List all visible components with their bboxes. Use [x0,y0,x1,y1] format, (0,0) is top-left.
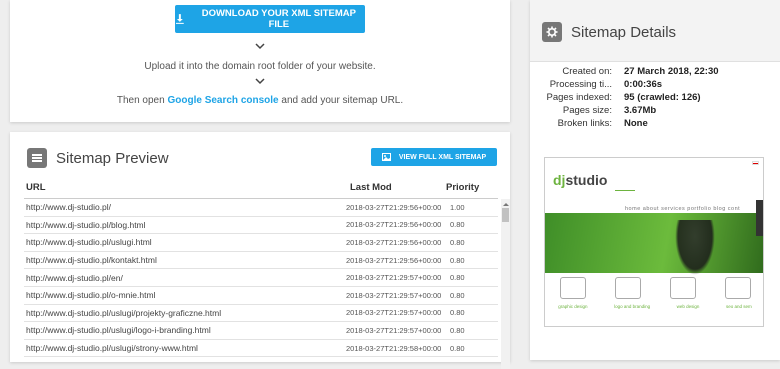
column-url[interactable]: URL [24,182,346,193]
details-value: 3.67Mb [624,105,657,116]
row-priority: 0.80 [450,343,465,353]
details-row: Processing ti... 0:00:36s [530,79,780,90]
thumbnail-nav: home about services portfolio blog cont [625,206,741,212]
preview-title: Sitemap Preview [56,149,169,167]
table-row: http://www.dj-studio.pl/o-mnie.html 2018-… [24,287,498,305]
table-row: http://www.dj-studio.pl/uslugi/logo-i-br… [24,322,498,340]
details-label: Broken links: [557,118,612,129]
download-sitemap-button[interactable]: DOWNLOAD YOUR XML SITEMAP FILE [175,5,365,33]
row-lastmod: 2018-03-27T21:29:56+00:00 [346,202,442,212]
row-priority: 0.80 [450,308,465,318]
row-url: http://www.dj-studio.pl/uslugi/strony-ww… [26,343,198,354]
thumbnail-logo: djstudio [553,172,608,188]
details-title-group: Sitemap Details [542,22,676,42]
thumbnail-service-icon [724,277,751,299]
table-header: URL Last Mod Priority [24,177,498,199]
table-row: http://www.dj-studio.pl/blog.html 2018-03… [24,217,498,235]
download-button-label: DOWNLOAD YOUR XML SITEMAP FILE [201,8,356,30]
row-priority: 0.80 [450,273,465,283]
chevron-down-icon [255,42,265,50]
row-priority: 0.80 [450,220,465,230]
row-priority: 0.80 [450,290,465,300]
details-label: Created on: [562,66,612,77]
details-title: Sitemap Details [571,23,677,41]
sitemap-table: URL Last Mod Priority http://www.dj-stud… [24,177,510,369]
column-lastmod[interactable]: Last Mod [346,182,440,193]
google-search-console-link[interactable]: Google Search console [167,95,278,106]
chevron-down-icon [255,77,265,85]
details-row: Pages size: 3.67Mb [530,105,780,116]
row-url: http://www.dj-studio.pl/kontakt.html [26,255,157,266]
preview-header: Sitemap Preview [27,148,169,168]
row-priority: 0.80 [450,237,465,247]
list-icon [27,148,47,168]
view-full-label: VIEW FULL XML SITEMAP [398,153,487,161]
details-value: 95 (crawled: 126) [624,92,701,103]
details-label: Pages size: [562,105,612,116]
table-scrollbar[interactable] [501,199,510,369]
row-url: http://www.dj-studio.pl/ [26,202,112,213]
gear-icon [542,22,562,42]
row-url: http://www.dj-studio.pl/o-mnie.html [26,290,156,301]
table-row: http://www.dj-studio.pl/kontakt.html 2018… [24,252,498,270]
row-lastmod: 2018-03-27T21:29:57+00:00 [346,325,442,335]
download-card: DOWNLOAD YOUR XML SITEMAP FILE Upload it… [10,0,510,122]
thumbnail-service-icon [614,277,641,299]
row-url: http://www.dj-studio.pl/uslugi/projekty-… [26,307,222,318]
flag-icon [752,161,759,165]
details-row: Pages indexed: 95 (crawled: 126) [530,92,780,103]
details-label: Pages indexed: [546,92,613,103]
column-priority[interactable]: Priority [440,182,486,193]
thumbnail-service-label: seo and sem [725,304,752,309]
row-priority: 1.00 [450,202,465,212]
thumbnail-service-label: logo and branding [614,304,651,309]
details-value: 0:00:36s [624,79,663,90]
details-value: None [624,118,648,129]
image-icon [381,153,391,161]
website-thumbnail: djstudio home about services portfolio b… [544,157,764,327]
sitemap-preview-card: Sitemap Preview VIEW FULL XML SITEMAP UR… [10,132,510,369]
table-row: http://www.dj-studio.pl/uslugi.html 2018-… [24,234,498,252]
row-lastmod: 2018-03-27T21:29:57+00:00 [346,290,442,300]
table-row: http://www.dj-studio.pl/2018-03-27T21:29… [24,199,498,217]
table-row: http://www.dj-studio.pl/uslugi/projekty-… [24,305,498,323]
thumbnail-service-icon [559,277,586,299]
row-url: http://www.dj-studio.pl/en/ [26,272,123,283]
instruction-prefix: Then open [116,95,168,106]
row-lastmod: 2018-03-27T21:29:57+00:00 [346,308,442,318]
thumbnail-service-label: web design [676,304,700,309]
details-row: Created on: 27 March 2018, 22:30 [530,66,780,77]
upload-instruction: Upload it into the domain root folder of… [144,61,376,72]
table-row: http://www.dj-studio.pl/en/2018-03-27T21… [24,269,498,287]
download-icon [175,14,184,24]
row-url: http://www.dj-studio.pl/blog.html [26,219,146,230]
row-priority: 0.80 [450,255,465,265]
row-lastmod: 2018-03-27T21:29:56+00:00 [346,220,442,230]
row-lastmod: 2018-03-27T21:29:58+00:00 [346,343,442,353]
row-lastmod: 2018-03-27T21:29:56+00:00 [346,255,442,265]
search-console-instruction: Then open Google Search console and add … [10,95,510,106]
row-url: http://www.dj-studio.pl/uslugi.html [26,237,152,248]
row-lastmod: 2018-03-27T21:29:56+00:00 [346,237,442,247]
instruction-suffix: and add your sitemap URL. [278,95,404,106]
row-priority: 0.80 [450,325,465,335]
details-value: 27 March 2018, 22:30 [624,66,719,77]
row-url: http://www.dj-studio.pl/uslugi/logo-i-br… [26,325,211,336]
table-body: http://www.dj-studio.pl/2018-03-27T21:29… [24,199,498,358]
scroll-up-arrow-icon[interactable] [501,199,510,208]
scrollbar-thumb[interactable] [502,208,509,222]
sitemap-details-card: Sitemap Details Created on: 27 March 2018… [530,0,780,360]
thumbnail-social-bar [756,200,763,236]
details-label: Processing ti... [549,79,612,90]
thumbnail-hero [545,213,763,273]
details-row: Broken links: None [530,118,780,129]
row-lastmod: 2018-03-27T21:29:57+00:00 [346,273,442,283]
thumbnail-service-icon [669,277,696,299]
details-header: Sitemap Details [530,0,780,62]
thumbnail-service-label: graphic design [558,304,588,309]
table-row: http://www.dj-studio.pl/uslugi/strony-ww… [24,340,498,358]
view-full-sitemap-button[interactable]: VIEW FULL XML SITEMAP [371,148,497,166]
